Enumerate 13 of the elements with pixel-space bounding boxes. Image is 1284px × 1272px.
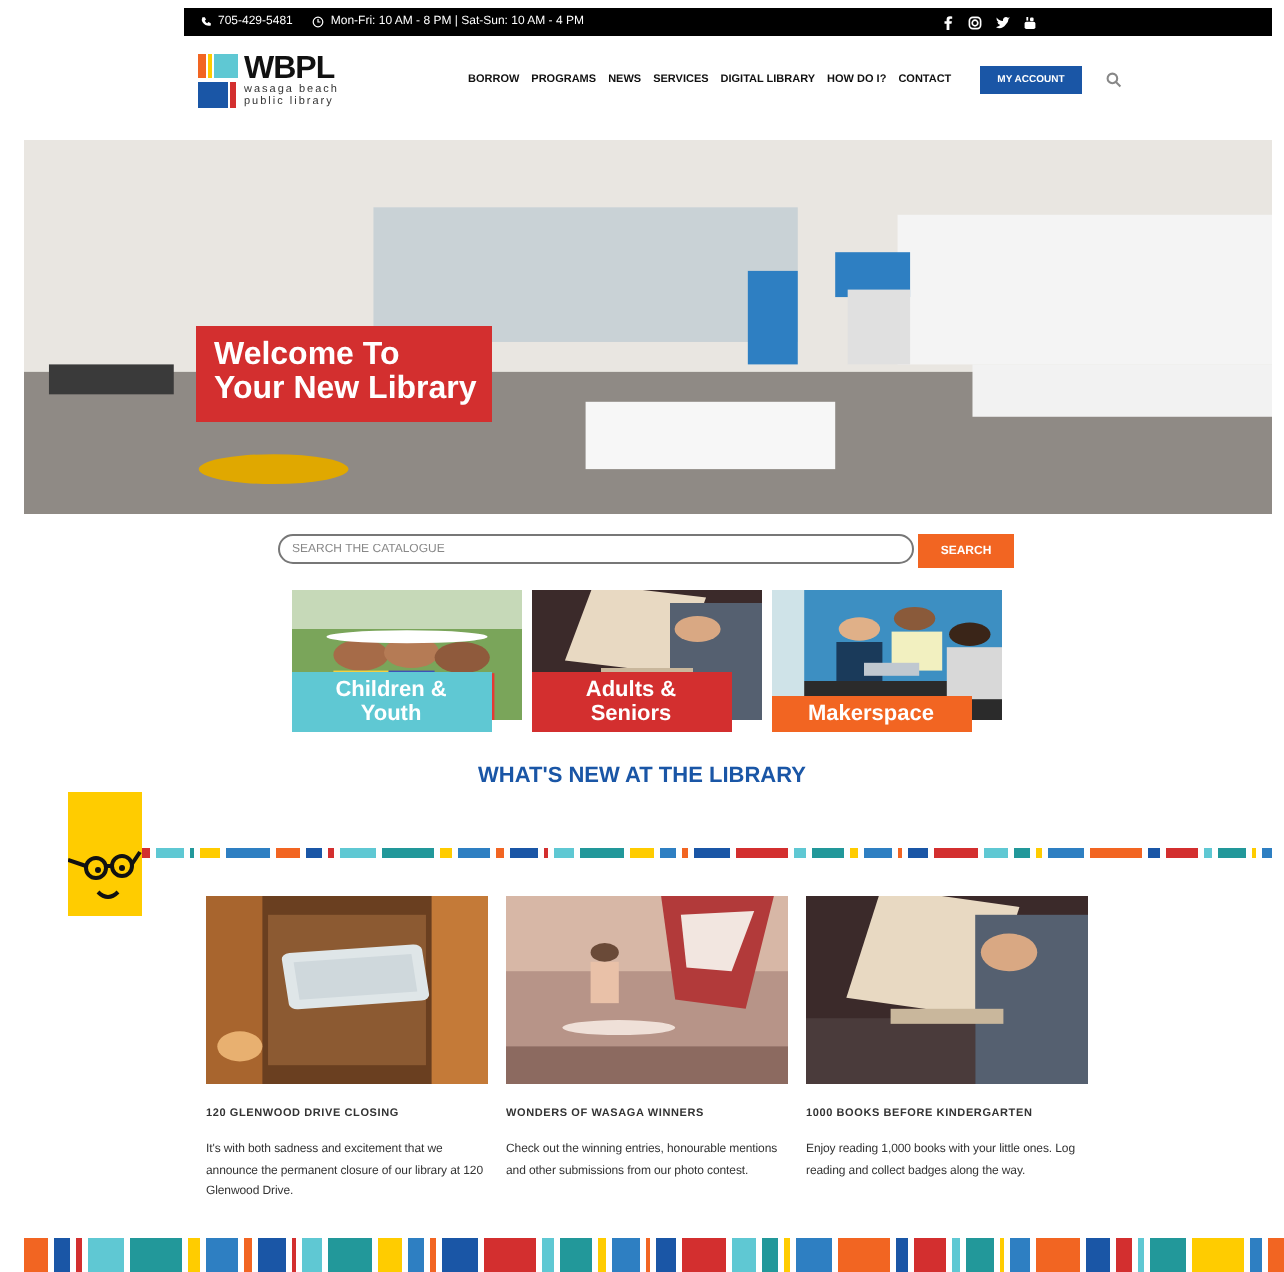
twitter-icon[interactable] xyxy=(996,15,1010,29)
phone-icon xyxy=(200,16,212,28)
mascot-drawing xyxy=(68,792,142,916)
facebook-icon[interactable] xyxy=(942,15,954,29)
clock-icon xyxy=(312,16,325,28)
instagram-icon[interactable] xyxy=(968,15,982,29)
section-heading: WHAT'S NEW AT THE LIBRARY xyxy=(476,764,808,788)
youtube-icon[interactable] xyxy=(1024,15,1036,29)
hero-headline: Welcome To Your New Library xyxy=(196,326,493,422)
search-icon[interactable] xyxy=(1106,72,1123,88)
tile-label[interactable]: Adults & Seniors xyxy=(531,672,731,732)
logo-icon[interactable] xyxy=(198,53,238,107)
logo-wordmark[interactable]: WBPL xyxy=(244,53,339,83)
